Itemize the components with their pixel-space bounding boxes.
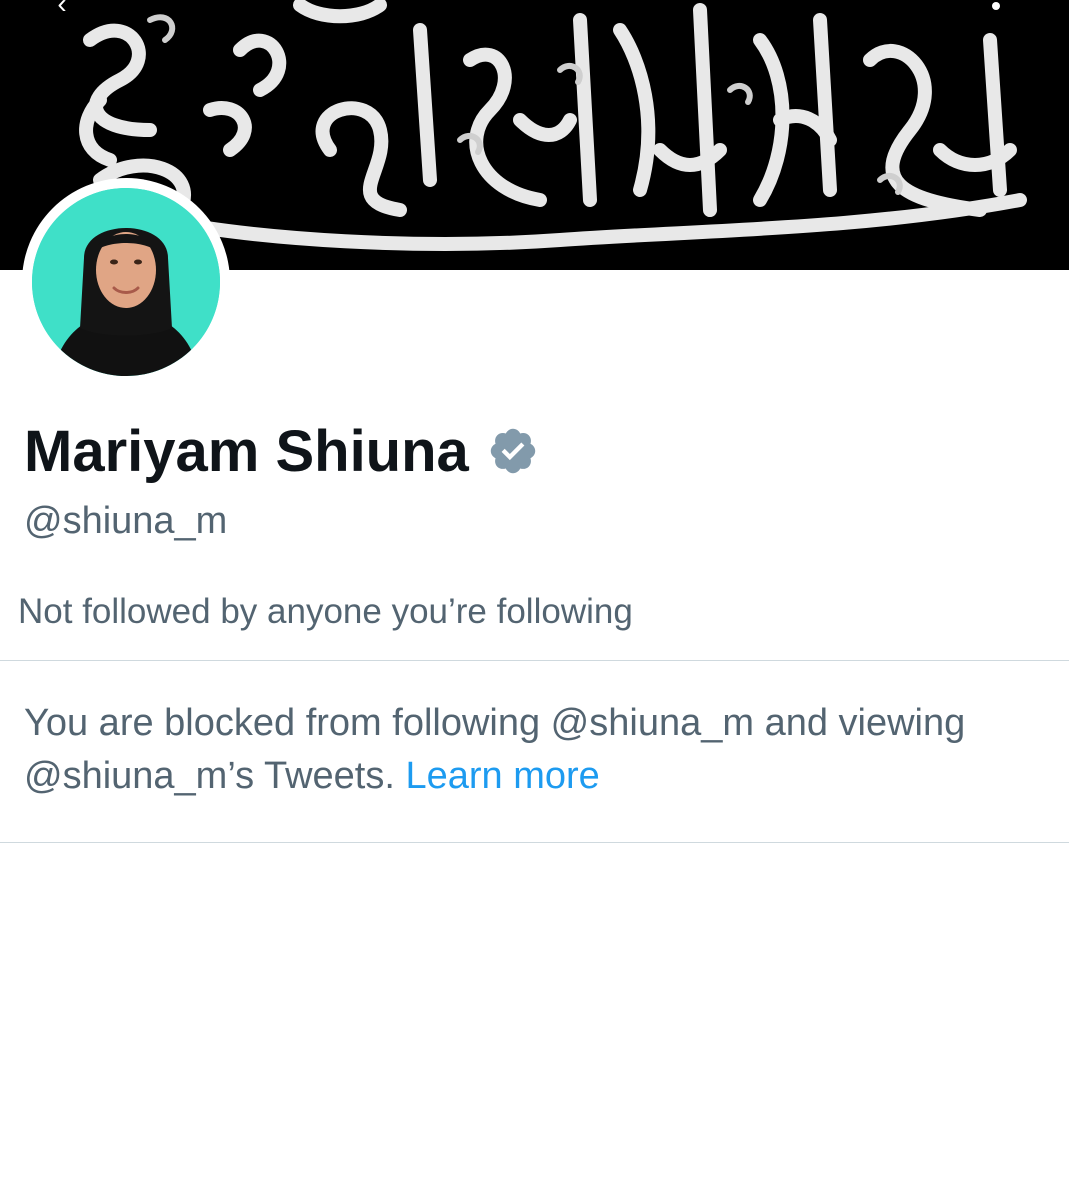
display-name: Mariyam Shiuna (24, 418, 469, 484)
blocked-notice: You are blocked from following @shiuna_m… (24, 697, 1044, 803)
learn-more-link[interactable]: Learn more (405, 755, 599, 797)
divider (0, 842, 1069, 843)
divider (0, 660, 1069, 661)
avatar-frame[interactable] (22, 178, 230, 386)
followers-you-know-note[interactable]: Not followed by anyone you’re following (18, 592, 633, 632)
avatar-photo (32, 188, 220, 376)
profile-handle: @shiuna_m (24, 500, 228, 542)
avatar[interactable] (32, 188, 220, 376)
verified-badge-icon[interactable] (487, 425, 539, 477)
more-vertical-icon (992, 2, 1000, 10)
display-name-row: Mariyam Shiuna (24, 418, 539, 484)
arrow-left-icon: ‹ (57, 0, 67, 19)
